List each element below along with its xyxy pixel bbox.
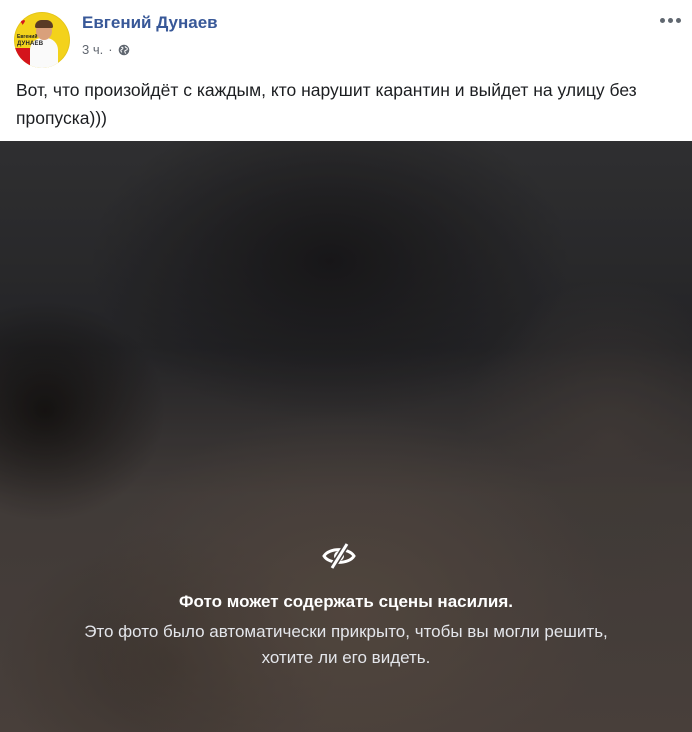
sensitive-content-title: Фото может содержать сцены насилия.	[179, 592, 513, 611]
more-options-icon[interactable]	[657, 17, 683, 27]
author-name-link[interactable]: Евгений Дунаев	[82, 13, 218, 33]
avatar-text-last-name: ДУНАЕВ	[17, 41, 44, 47]
sensitive-content-description: Это фото было автоматически прикрыто, чт…	[84, 622, 608, 667]
meta-separator: ·	[108, 42, 113, 57]
post-timestamp-link[interactable]: 3 ч.	[82, 42, 103, 57]
avatar-hair	[35, 20, 53, 28]
globe-icon[interactable]	[118, 44, 130, 56]
eye-slash-icon	[322, 542, 356, 570]
post-meta: 3 ч. ·	[82, 42, 130, 57]
author-avatar[interactable]: ♥ Евгений ДУНАЕВ	[14, 12, 70, 68]
post-text: Вот, что произойдёт с каждым, кто наруши…	[16, 80, 637, 128]
avatar-decoration	[14, 48, 30, 68]
sensitive-photo-cover[interactable]: Фото может содержать сцены насилия. Это …	[0, 141, 692, 732]
avatar-text-first-name: Евгений	[17, 34, 38, 40]
feed-post: ♥ Евгений ДУНАЕВ Евгений Дунаев 3 ч. · В…	[0, 0, 692, 732]
heart-icon: ♥	[20, 17, 26, 27]
